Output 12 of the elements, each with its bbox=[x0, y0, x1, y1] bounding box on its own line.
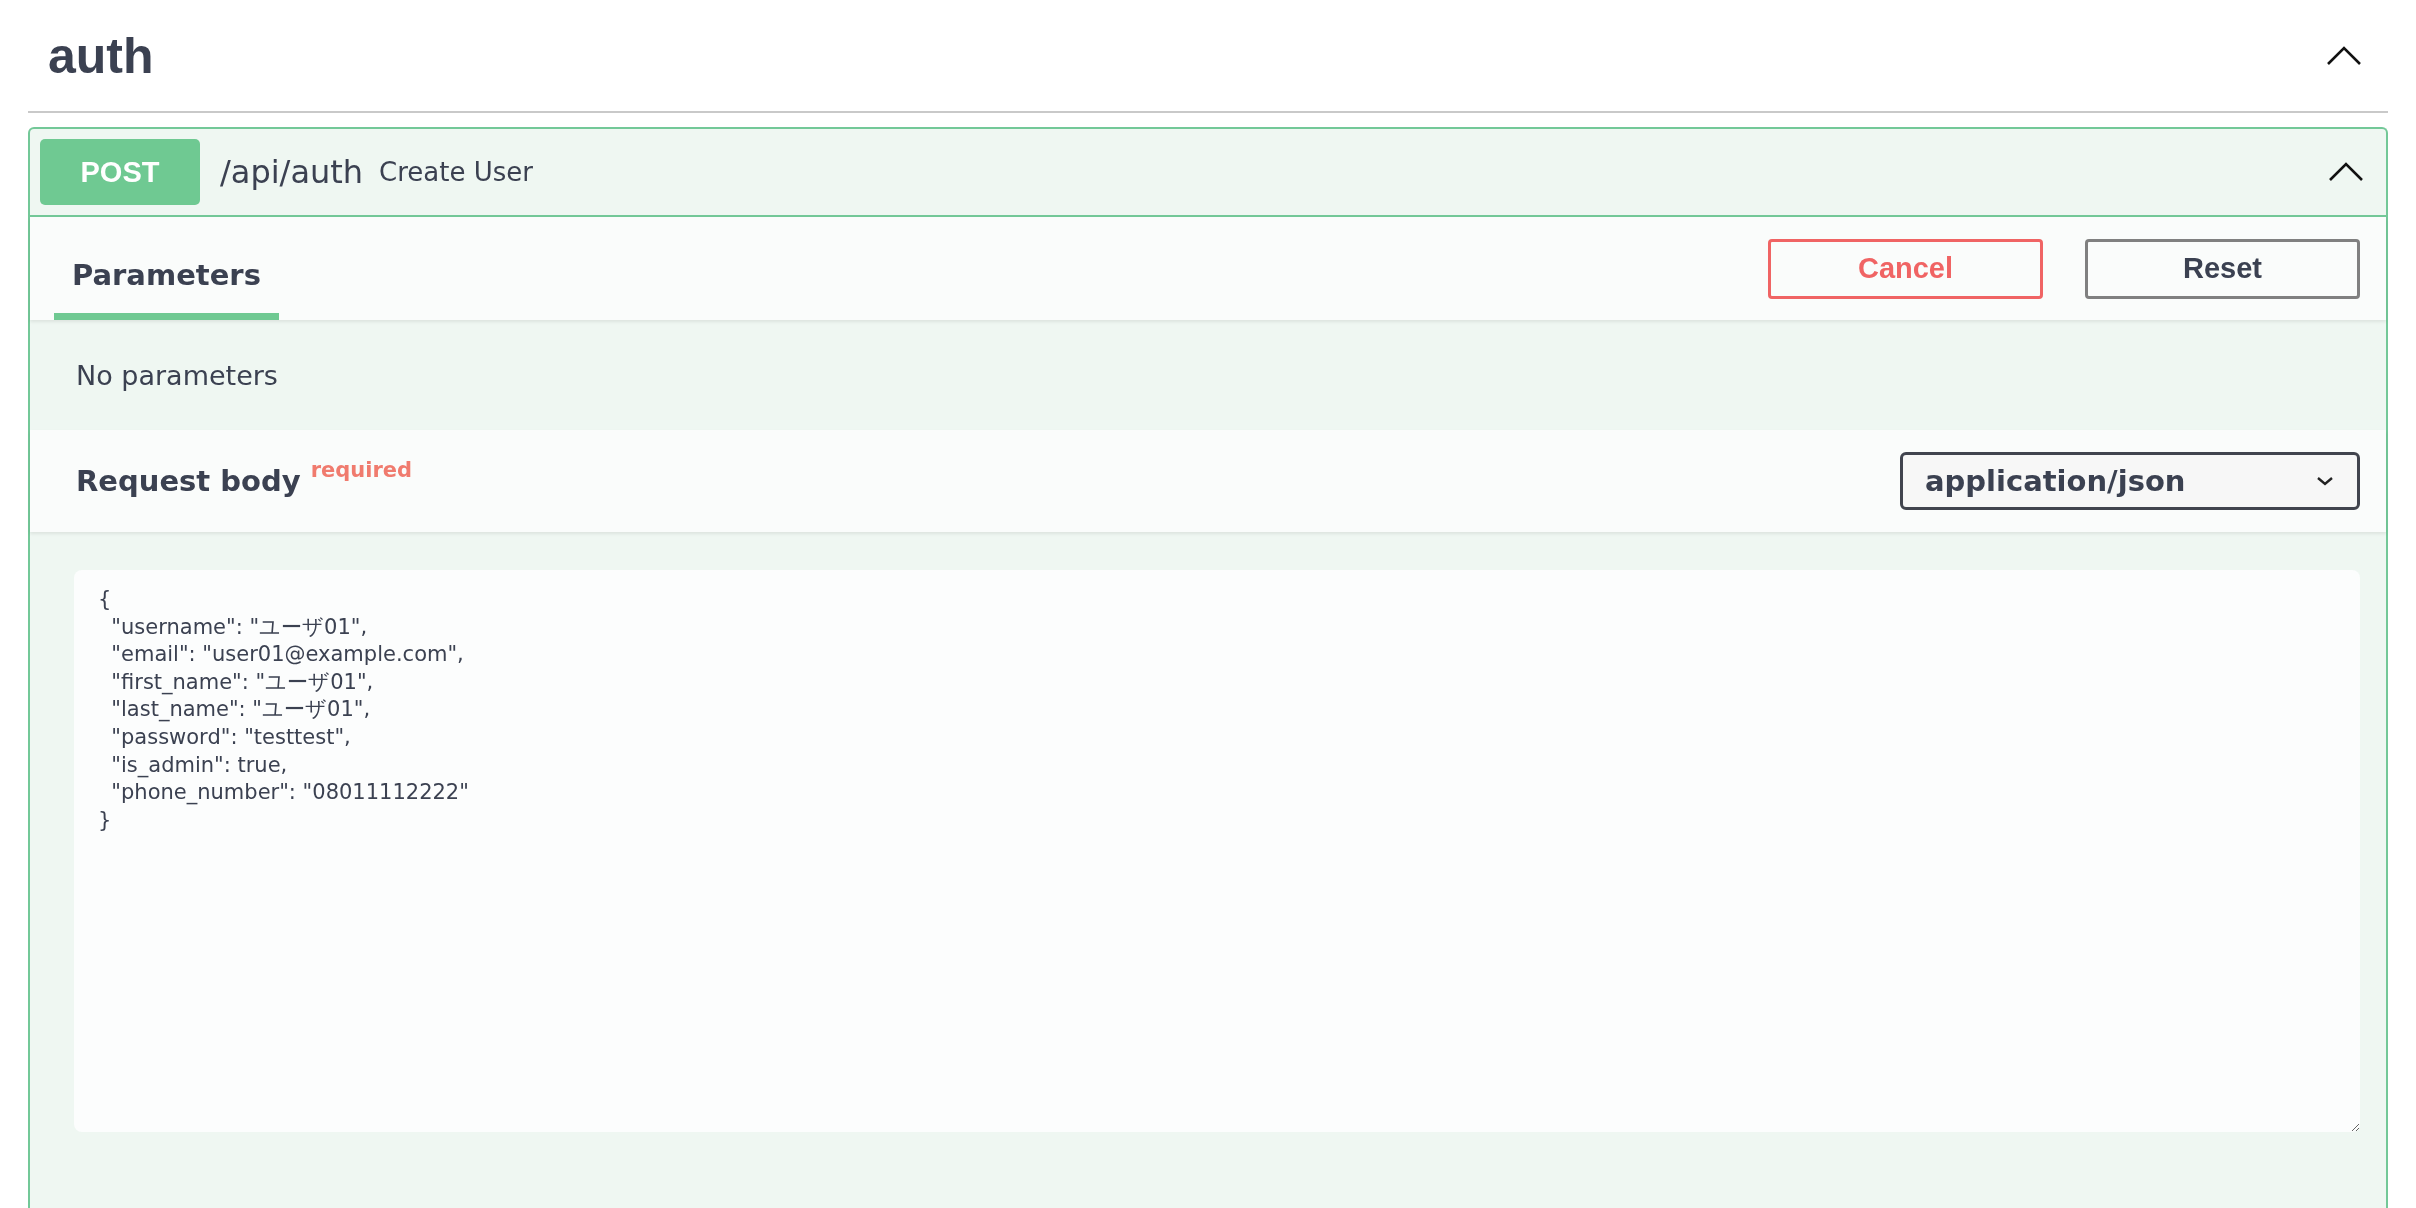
content-type-select[interactable]: application/json bbox=[1900, 452, 2360, 510]
reset-button[interactable]: Reset bbox=[2085, 238, 2360, 299]
endpoint-summary: Create User bbox=[379, 157, 533, 187]
method-badge: POST bbox=[40, 139, 200, 205]
endpoint-path: /api/auth bbox=[220, 153, 364, 191]
no-parameters-text: No parameters bbox=[76, 359, 278, 391]
caret-icon bbox=[2315, 475, 2335, 487]
section-title: auth bbox=[48, 26, 155, 85]
request-body-field[interactable]: { "username": "ユーザ01", "email": "user01@example.com", "first_name": "ユーザ01", "last_name": "ユーザ01", "password": "testtest", "is_admin": true, "phone_number": "08011112222" } bbox=[74, 570, 2360, 1132]
request-body-title: Request body bbox=[76, 464, 301, 498]
tab[interactable]: Parameters bbox=[54, 217, 279, 320]
required-label: required bbox=[310, 458, 413, 482]
